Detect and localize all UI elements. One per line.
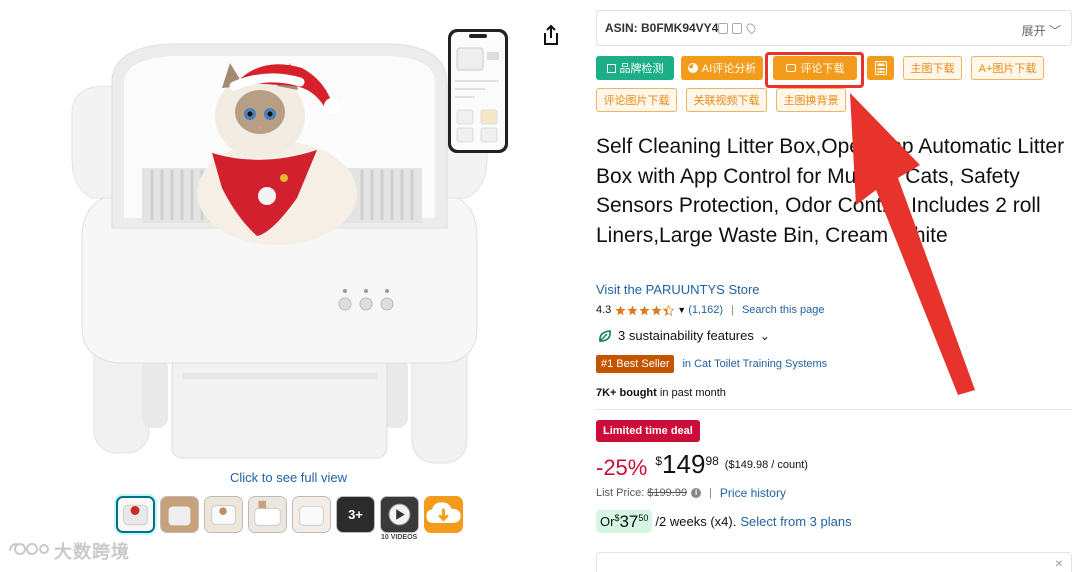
limited-time-deal-badge: Limited time deal: [596, 420, 700, 442]
best-seller-badge[interactable]: #1 Best Seller: [596, 355, 675, 373]
thumbnail-3[interactable]: [204, 496, 243, 533]
asin-label: ASIN: B0FMK94VY4: [605, 21, 719, 35]
chevron-down-icon: ▼: [677, 305, 687, 315]
watermark: 大数跨境: [8, 538, 130, 564]
thumbnail-2[interactable]: [160, 496, 199, 533]
related-video-download-button[interactable]: 关联视频下载: [686, 88, 767, 112]
rating-count-link[interactable]: (1,162): [688, 304, 723, 316]
star-full-icon: [615, 305, 626, 315]
thumbnail-strip: 3+: [116, 496, 463, 533]
copy-icon[interactable]: [718, 23, 728, 34]
calculator-icon: [874, 61, 887, 75]
share-icon[interactable]: [538, 22, 564, 48]
sustainability-features[interactable]: 3 sustainability features ⌄: [598, 328, 770, 343]
litter-box-with-cat-image: [71, 43, 488, 464]
divider: |: [731, 304, 734, 316]
star-full-icon: [627, 305, 638, 315]
location-icon[interactable]: [744, 21, 758, 35]
videos-count-label: 10 VIDEOS: [381, 534, 418, 541]
full-view-link[interactable]: Click to see full view: [230, 470, 347, 485]
cloud-download-button[interactable]: [424, 496, 463, 533]
phone-app-image: [447, 28, 509, 154]
cloud-download-icon: [426, 502, 461, 524]
product-title: Self Cleaning Litter Box,Open-Top Automa…: [596, 135, 1065, 248]
price-history-link[interactable]: Price history: [720, 486, 786, 500]
list-price-value: $199.99: [647, 487, 688, 499]
brand-check-button[interactable]: 品牌检测: [596, 56, 674, 80]
pie-chart-icon: [687, 63, 698, 73]
thumbnail-1[interactable]: [116, 496, 155, 533]
price-whole: 149: [662, 449, 706, 479]
price-currency: $: [655, 454, 663, 468]
price-row: -25% $ 149 98 ($149.98 / count): [596, 450, 808, 481]
store-link[interactable]: Visit the PARUUNTYS Store: [596, 282, 760, 297]
thumbnail-more[interactable]: 3+: [336, 496, 375, 533]
thumbnail-video[interactable]: [380, 496, 419, 533]
divider: |: [709, 487, 712, 499]
category-link[interactable]: in Cat Toilet Training Systems: [682, 358, 827, 370]
asin-bar: ASIN: B0FMK94VY4 展开 ﹀: [596, 10, 1072, 46]
star-rating[interactable]: ▼: [615, 304, 687, 316]
star-full-icon: [639, 305, 650, 315]
star-full-icon: [651, 305, 662, 315]
select-plans-link[interactable]: Select from 3 plans: [740, 514, 851, 529]
close-icon[interactable]: ✕: [1055, 559, 1063, 570]
list-price-label: List Price:: [596, 487, 645, 499]
calculator-button[interactable]: [867, 56, 894, 80]
search-page-link[interactable]: Search this page: [742, 304, 825, 316]
thumbnail-4[interactable]: [248, 496, 287, 533]
discount-percentage: -25%: [596, 455, 648, 480]
main-image-download-button[interactable]: 主图下载: [903, 56, 962, 80]
list-price-row: List Price: $199.99 i | Price history: [596, 486, 786, 500]
main-image-background-button[interactable]: 主图换背景: [776, 88, 846, 112]
checkbox-icon: [606, 63, 616, 73]
copy-link-icon[interactable]: [732, 23, 742, 34]
section-divider: [596, 409, 1072, 410]
expand-toggle[interactable]: 展开 ﹀: [1022, 22, 1061, 39]
installment-period: /2 weeks (x4).: [655, 514, 737, 529]
thumbnail-5[interactable]: [292, 496, 331, 533]
rating-row: 4.3 ▼ (1,162) | Search this page: [596, 304, 825, 316]
unit-price: ($149.98 / count): [724, 459, 808, 471]
bought-in-past-month: 7K+ bought in past month: [596, 387, 726, 399]
ai-review-analysis-button[interactable]: AI评论分析: [681, 56, 763, 80]
star-half-icon: [663, 304, 675, 316]
info-icon[interactable]: i: [691, 488, 702, 498]
chevron-down-icon: ⌄: [759, 328, 770, 343]
annotation-highlight-box: [765, 52, 864, 88]
bottom-info-card: ✕: [596, 552, 1072, 572]
leaf-icon: [599, 329, 611, 342]
installment-row: Or $ 37 50 /2 weeks (x4). Select from 3 …: [596, 510, 852, 533]
chevron-down-icon: ﹀: [1048, 24, 1061, 38]
best-seller-row: #1 Best Seller in Cat Toilet Training Sy…: [596, 355, 827, 373]
watermark-logo-icon: [9, 543, 49, 555]
product-main-image[interactable]: [62, 28, 492, 468]
installment-badge: Or $ 37 50: [596, 510, 653, 533]
price-fraction: 98: [705, 454, 719, 468]
rating-value: 4.3: [596, 304, 612, 316]
review-image-download-button[interactable]: 评论图片下载: [596, 88, 677, 112]
a-plus-image-download-button[interactable]: A+图片下载: [971, 56, 1044, 80]
